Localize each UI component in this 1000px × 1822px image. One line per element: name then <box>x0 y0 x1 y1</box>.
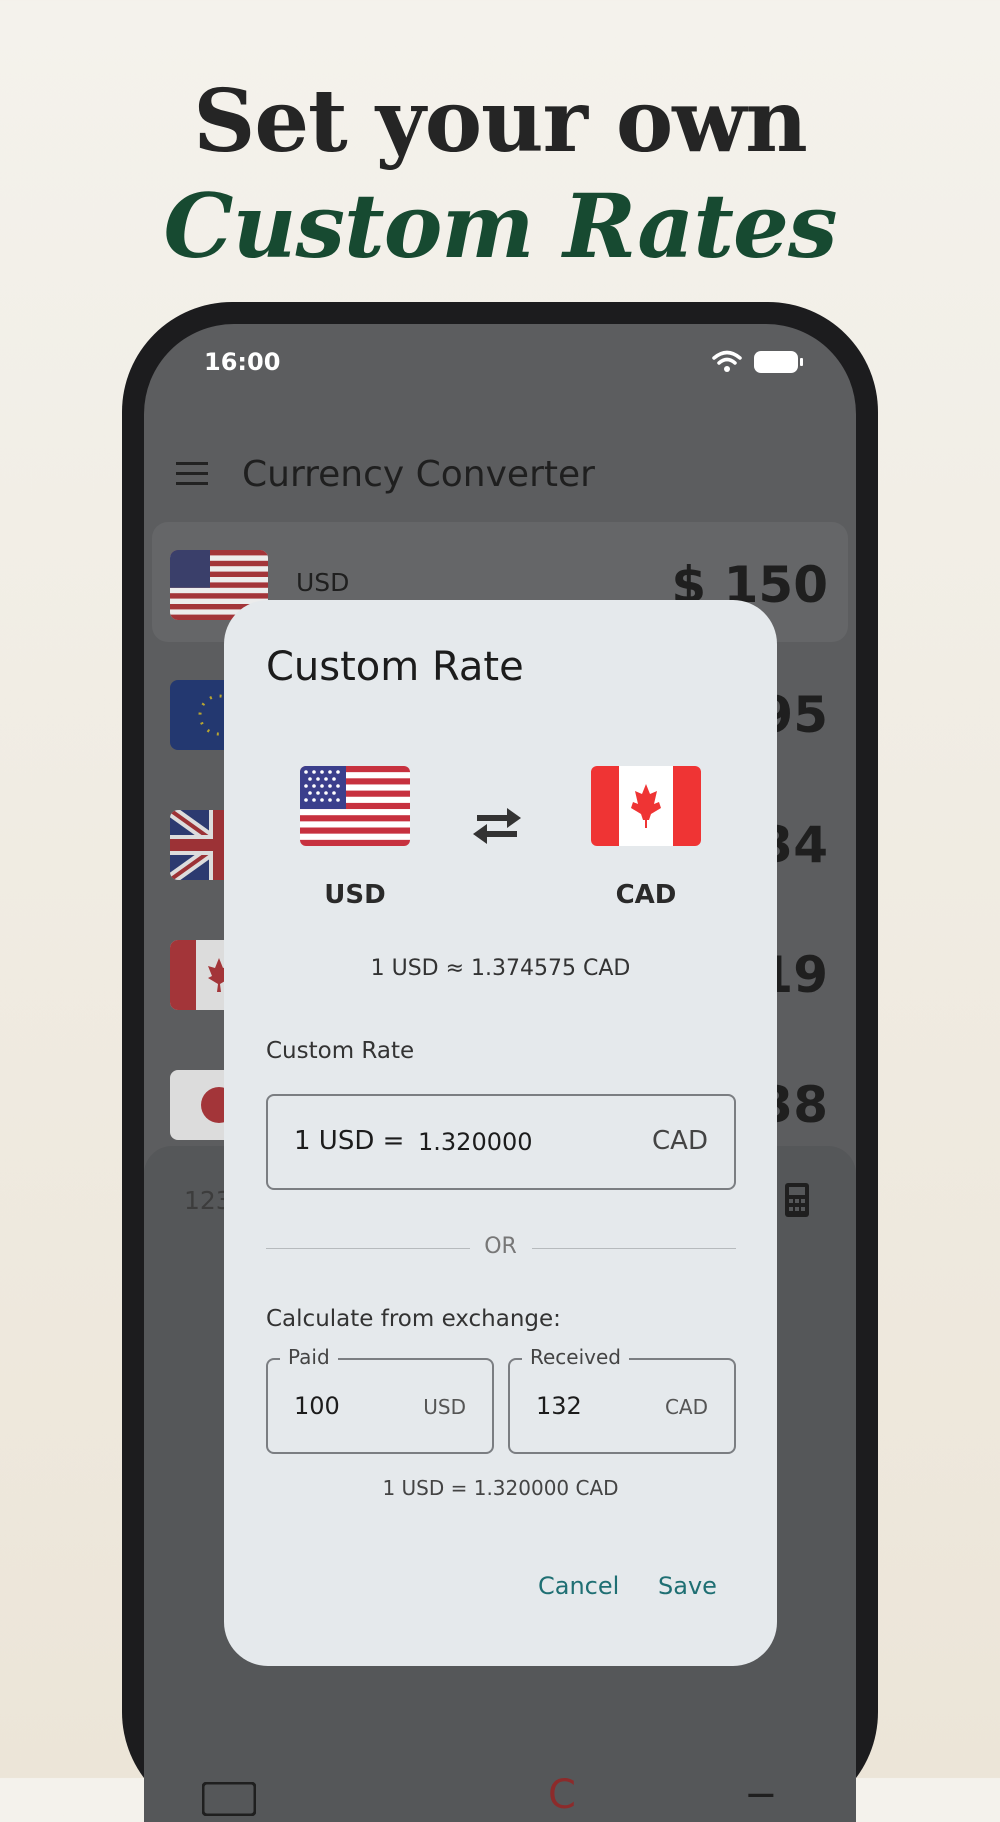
app-title: Currency Converter <box>242 454 595 495</box>
ca-flag-icon <box>591 766 701 846</box>
received-value: 132 <box>536 1392 582 1420</box>
received-input[interactable]: Received 132 CAD <box>508 1345 736 1454</box>
headline-line-1: Set your own <box>193 71 808 172</box>
received-currency: CAD <box>664 1395 708 1419</box>
paid-value: 100 <box>294 1392 340 1420</box>
calculated-rate: 1 USD = 1.320000 CAD <box>382 1476 619 1500</box>
custom-rate-prefix: 1 USD = <box>294 1126 405 1156</box>
or-label: OR <box>484 1234 517 1259</box>
paid-label: Paid <box>280 1345 338 1369</box>
paid-input[interactable]: Paid 100 USD <box>266 1345 494 1454</box>
us-flag-icon <box>300 766 410 846</box>
wifi-icon <box>712 350 742 372</box>
received-label: Received <box>522 1345 629 1369</box>
menu-icon[interactable] <box>176 462 208 486</box>
custom-rate-suffix: CAD <box>652 1126 708 1156</box>
headline-line-2: Custom Rates <box>163 174 837 278</box>
paid-currency: USD <box>423 1395 466 1419</box>
calc-from-exchange-label: Calculate from exchange: <box>266 1306 561 1332</box>
from-currency-code: USD <box>324 880 386 910</box>
app-bar: Currency Converter <box>144 424 856 524</box>
currency-code: USD <box>296 568 350 597</box>
save-button[interactable]: Save <box>658 1572 717 1600</box>
headline: Set your own Custom Rates <box>0 70 1000 278</box>
custom-rate-value: 1.320000 <box>418 1128 533 1156</box>
cancel-button[interactable]: Cancel <box>538 1572 619 1600</box>
status-icons <box>712 350 803 374</box>
status-time: 16:00 <box>204 348 281 376</box>
battery-icon <box>754 351 803 373</box>
keyboard-icon[interactable] <box>202 1782 256 1816</box>
key-minus[interactable]: − <box>744 1772 778 1818</box>
to-currency-code: CAD <box>615 880 677 910</box>
swap-icon[interactable] <box>469 804 525 848</box>
market-rate-info: 1 USD ≈ 1.374575 CAD <box>370 956 631 981</box>
custom-rate-label: Custom Rate <box>266 1038 415 1064</box>
dialog-title: Custom Rate <box>266 644 524 690</box>
custom-rate-input[interactable]: 1 USD = 1.320000 CAD <box>266 1094 736 1190</box>
calculator-icon[interactable] <box>784 1182 810 1218</box>
custom-rate-dialog: Custom Rate USD CAD 1 USD ≈ 1.374575 CAD… <box>224 600 777 1666</box>
key-clear[interactable]: C <box>548 1772 576 1818</box>
